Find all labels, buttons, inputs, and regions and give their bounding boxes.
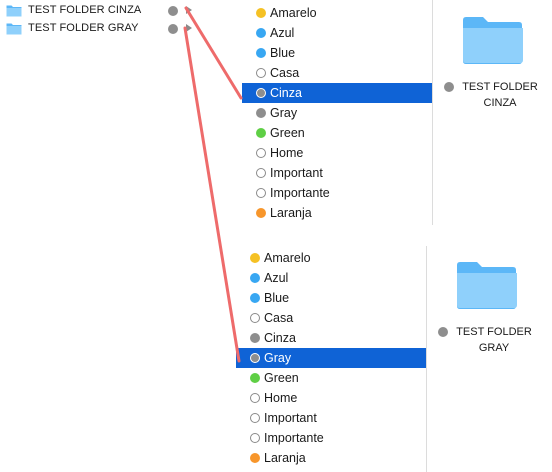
tag-color-dot-icon [438, 327, 448, 337]
tag-menu-item[interactable]: Green [242, 123, 432, 143]
folder-icon [463, 17, 523, 64]
folder-icon [6, 23, 22, 35]
tag-color-dot-icon [444, 82, 454, 92]
tag-list: Amarelo Azul Blue Casa Cinza Gray Green Home Imp… [242, 0, 433, 225]
disclosure-triangle-icon[interactable] [186, 6, 192, 14]
tag-menu-item[interactable]: Important [236, 408, 426, 428]
tag-menu-item[interactable]: Home [236, 388, 426, 408]
tag-label: Amarelo [264, 251, 311, 265]
tag-color-dot-icon [250, 333, 260, 343]
tag-menu-item[interactable]: Blue [242, 43, 432, 63]
tag-menu-item[interactable]: Blue [236, 288, 426, 308]
tag-label: Casa [264, 311, 294, 325]
preview-name-line1: TEST FOLDER [462, 81, 538, 93]
tag-label: Important [270, 166, 323, 180]
tag-color-dot-icon [256, 68, 266, 78]
tag-label: Home [270, 146, 304, 160]
tag-menu-item[interactable]: Azul [242, 23, 432, 43]
tag-menu-item[interactable]: Amarelo [236, 248, 426, 268]
tag-menu-item[interactable]: Cinza [236, 328, 426, 348]
tag-color-dot-icon [256, 168, 266, 178]
disclosure-triangle-icon[interactable] [186, 24, 192, 32]
tag-color-dot-icon [256, 28, 266, 38]
tag-color-dot-icon [256, 88, 266, 98]
tag-menu-item[interactable]: Importante [236, 428, 426, 448]
tag-label: Blue [264, 291, 290, 305]
tag-menu-item[interactable]: Gray [242, 103, 432, 123]
tag-label: Important [264, 411, 317, 425]
tag-menu-item[interactable]: Laranja [236, 448, 426, 468]
tag-menu-item[interactable]: Amarelo [242, 3, 432, 23]
tag-label: Azul [270, 26, 295, 40]
tag-color-dot-icon [256, 208, 266, 218]
tag-label: Azul [264, 271, 289, 285]
preview-name-line2: GRAY [478, 342, 510, 354]
tag-color-dot-icon [168, 6, 178, 16]
tag-label: Importante [264, 431, 324, 445]
tag-menu-item[interactable]: Green [236, 368, 426, 388]
tag-label: Gray [270, 106, 298, 120]
folder-row-gray[interactable]: TEST FOLDER GRAY [6, 21, 196, 37]
tag-color-dot-icon [250, 433, 260, 443]
tag-color-dot-icon [250, 253, 260, 263]
tag-menu-item[interactable]: Casa [242, 63, 432, 83]
tag-label: Laranja [264, 451, 306, 465]
tag-label: Home [264, 391, 298, 405]
tag-label: Cinza [270, 86, 302, 100]
folder-icon [6, 5, 22, 17]
tag-menu-item[interactable]: Importante [242, 183, 432, 203]
tag-label: Cinza [264, 331, 296, 345]
tag-color-dot-icon [250, 353, 260, 363]
folder-name: TEST FOLDER CINZA [28, 4, 142, 16]
tag-label: Blue [270, 46, 296, 60]
connector-line-gray [183, 26, 241, 363]
tag-label: Laranja [270, 206, 312, 220]
tag-menu-item[interactable]: Home [242, 143, 432, 163]
tag-color-dot-icon [256, 148, 266, 158]
tag-label: Importante [270, 186, 330, 200]
tag-color-dot-icon [250, 393, 260, 403]
tag-menu-panel-cinza: Amarelo Azul Blue Casa Cinza Gray Green Home Imp… [242, 0, 552, 225]
folder-preview: TEST FOLDER CINZA [434, 0, 552, 225]
tag-color-dot-icon [256, 48, 266, 58]
tag-color-dot-icon [250, 453, 260, 463]
tag-menu-item[interactable]: Azul [236, 268, 426, 288]
tag-label: Gray [264, 351, 292, 365]
preview-name-line1: TEST FOLDER [456, 326, 532, 338]
tag-menu-item[interactable]: Casa [236, 308, 426, 328]
tag-menu-panel-gray: Amarelo Azul Blue Casa Cinza Gray Green Home Imp… [236, 246, 552, 472]
tag-color-dot-icon [250, 273, 260, 283]
tag-menu-item[interactable]: Important [242, 163, 432, 183]
tag-color-dot-icon [250, 373, 260, 383]
tag-color-dot-icon [250, 313, 260, 323]
tag-color-dot-icon [256, 8, 266, 18]
tag-menu-item[interactable]: Laranja [242, 203, 432, 223]
tag-color-dot-icon [256, 188, 266, 198]
folder-row-cinza[interactable]: TEST FOLDER CINZA [6, 3, 196, 19]
tag-label: Amarelo [270, 6, 317, 20]
folder-name: TEST FOLDER GRAY [28, 22, 139, 34]
tag-label: Casa [270, 66, 300, 80]
preview-name-line2: CINZA [483, 97, 517, 109]
folder-preview: TEST FOLDER GRAY [428, 246, 552, 472]
tag-label: Green [264, 371, 299, 385]
tag-color-dot-icon [250, 413, 260, 423]
tag-menu-item[interactable]: Cinza [242, 83, 432, 103]
tag-label: Green [270, 126, 305, 140]
tag-color-dot-icon [256, 128, 266, 138]
tag-list: Amarelo Azul Blue Casa Cinza Gray Green Home Imp… [236, 246, 427, 472]
tag-color-dot-icon [250, 293, 260, 303]
tag-color-dot-icon [168, 24, 178, 34]
tag-color-dot-icon [256, 108, 266, 118]
tag-menu-item[interactable]: Gray [236, 348, 426, 368]
folder-icon [457, 262, 517, 309]
